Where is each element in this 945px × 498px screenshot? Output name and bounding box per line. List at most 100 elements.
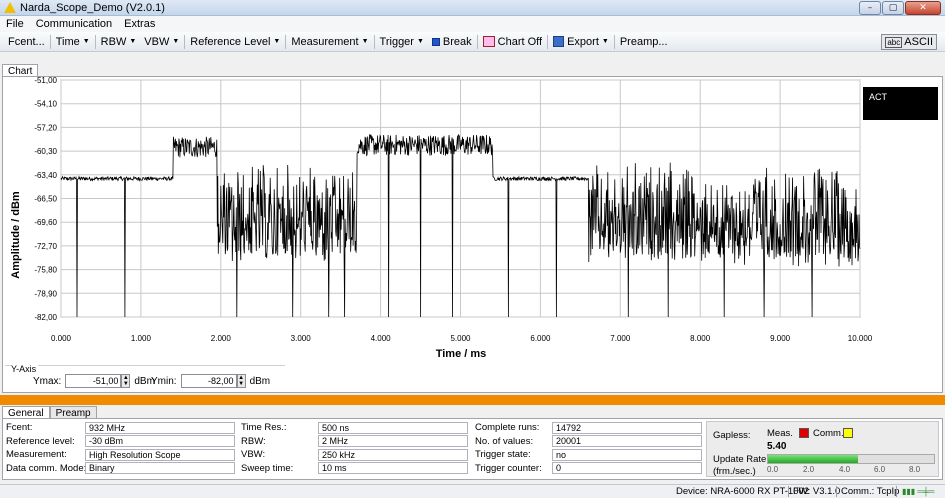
close-button[interactable]: ✕ [905, 1, 941, 15]
info-column-3: Complete runs: 14792 No. of values: 20001 … [475, 421, 705, 475]
ascii-toggle-button[interactable]: abc ASCII [881, 34, 937, 50]
minimize-button[interactable]: – [859, 1, 881, 15]
info-row: Complete runs: 14792 [475, 421, 705, 435]
y-tick-label: -82,00 [34, 313, 57, 322]
meas-indicator [799, 428, 809, 438]
caret-down-icon: ▼ [361, 38, 369, 45]
update-rate-value: 5.40 [767, 441, 787, 452]
info-row: Sweep time: 10 ms [241, 462, 471, 476]
toolbar-separator [49, 34, 51, 49]
info-row: No. of values: 20001 [475, 435, 705, 449]
y-tick-label: -72,70 [34, 242, 57, 251]
info-column-1: Fcent: 932 MHz Reference level: -30 dBm Me… [6, 421, 236, 475]
ymin-unit: dBm [249, 375, 271, 387]
no-of-values-value: 20001 [552, 435, 702, 448]
fcent-key: Fcent: [6, 422, 33, 434]
preamp-button[interactable]: Preamp... [616, 36, 672, 48]
ymax-spinner[interactable]: ▲ ▼ [121, 374, 131, 388]
rate-tick: 8.0 [909, 465, 921, 474]
x-tick-label: 5.000 [450, 334, 471, 343]
chart-panel: -51,00 -54,10 -57,20 -60,30 -63,40 -66,50 -69,… [2, 76, 943, 393]
trigger-state-value: no [552, 448, 702, 461]
reference-level-key: Reference level: [6, 435, 75, 447]
gapless-label: Gapless: [713, 430, 751, 441]
chart-off-button[interactable]: Chart Off [479, 36, 546, 48]
y-tick-label: -57,20 [34, 123, 57, 132]
ymax-input[interactable]: -51,00 [65, 374, 122, 388]
x-tick-label: 1.000 [131, 334, 152, 343]
ymin-input[interactable]: -82,00 [180, 374, 237, 388]
complete-runs-key: Complete runs: [475, 422, 540, 434]
export-dropdown[interactable]: Export ▼ [549, 36, 613, 48]
title-bar: Narda_Scope_Demo (V2.0.1) – ▢ ✕ [0, 0, 945, 16]
stop-icon [431, 37, 440, 46]
comm-status: Comm.: TcpIp [841, 486, 900, 497]
fcent-button[interactable]: Fcent... [4, 36, 49, 48]
preamp-label: Preamp... [619, 35, 668, 48]
menu-file[interactable]: File [6, 18, 24, 30]
firmware-status: FW: V3.1.0 [793, 486, 841, 497]
trigger-label: Trigger [379, 35, 414, 48]
status-separator [896, 486, 897, 497]
caret-down-icon: ▼ [273, 38, 281, 45]
info-row: Data comm. Mode: Binary [6, 462, 236, 476]
x-tick-labels: 0.000 1.000 2.000 3.000 4.000 5.000 6.000 7.000… [51, 334, 873, 343]
data-comm-mode-value: Binary [85, 462, 235, 475]
y-axis-group: Y-Axis Ymax: -51,00 ▲ ▼ dBm Ymin: -82,00 … [5, 364, 285, 393]
maximize-button[interactable]: ▢ [882, 1, 904, 15]
menu-extras[interactable]: Extras [124, 18, 155, 30]
export-label: Export [567, 35, 599, 48]
chart-grid [60, 79, 861, 318]
info-row: RBW: 2 MHz [241, 435, 471, 449]
reference-level-value: -30 dBm [85, 435, 235, 448]
break-label: Break [442, 35, 472, 48]
x-tick-label: 4.000 [371, 334, 392, 343]
trigger-counter-value: 0 [552, 462, 702, 475]
info-row: Measurement: High Resolution Scope [6, 448, 236, 462]
y-tick-label: -54,10 [34, 100, 57, 109]
y-tick-label: -66,50 [34, 195, 57, 204]
break-button[interactable]: Break [428, 36, 476, 48]
rate-tick: 2.0 [803, 465, 815, 474]
meas-label: Meas. [767, 428, 793, 439]
x-tick-label: 10.000 [848, 334, 873, 343]
reference-level-dropdown[interactable]: Reference Level ▼ [186, 36, 284, 48]
act-indicator: ACT [863, 87, 938, 120]
toolbar-separator [285, 34, 287, 49]
info-row: Trigger counter: 0 [475, 462, 705, 476]
measurement-dropdown[interactable]: Measurement ▼ [287, 36, 372, 48]
ymin-spinner[interactable]: ▲ ▼ [236, 374, 246, 388]
rate-tick: 0.0 [767, 465, 779, 474]
caret-down-icon: ▼ [416, 38, 424, 45]
general-info-panel: Fcent: 932 MHz Reference level: -30 dBm Me… [2, 418, 943, 480]
chart-off-label: Chart Off [497, 35, 543, 48]
complete-runs-value: 14792 [552, 421, 702, 434]
info-column-2: Time Res.: 500 ns RBW: 2 MHz VBW: 250 kHz S… [241, 421, 471, 475]
trigger-counter-key: Trigger counter: [475, 462, 542, 474]
fcent-label: Fcent... [8, 35, 45, 48]
time-label: Time [55, 35, 80, 48]
toolbar-separator [373, 34, 375, 49]
orange-divider [0, 395, 945, 405]
trigger-dropdown[interactable]: Trigger ▼ [376, 36, 428, 48]
rbw-dropdown[interactable]: RBW ▼ [97, 36, 141, 48]
toolbar-separator [547, 34, 549, 49]
x-tick-label: 6.000 [530, 334, 551, 343]
menu-communication[interactable]: Communication [36, 18, 112, 30]
vbw-dropdown[interactable]: VBW ▼ [140, 36, 183, 48]
export-icon [553, 36, 565, 47]
x-axis-label: Time / ms [436, 348, 487, 360]
trigger-state-key: Trigger state: [475, 449, 531, 461]
fcent-value: 932 MHz [85, 421, 235, 434]
network-icon: ▮▮▮ ═╪═ [902, 487, 935, 496]
no-of-values-key: No. of values: [475, 435, 534, 447]
info-row: Time Res.: 500 ns [241, 421, 471, 435]
time-dropdown[interactable]: Time ▼ [52, 36, 94, 48]
menu-bar: File Communication Extras [0, 16, 945, 32]
ascii-label: ASCII [904, 36, 933, 48]
measurement-key: Measurement: [6, 449, 67, 461]
amplitude-chart[interactable]: -51,00 -54,10 -57,20 -60,30 -63,40 -66,50 -69,… [3, 77, 942, 367]
x-tick-label: 8.000 [690, 334, 711, 343]
data-comm-mode-key: Data comm. Mode: [6, 462, 87, 474]
app-warning-icon [4, 2, 16, 13]
